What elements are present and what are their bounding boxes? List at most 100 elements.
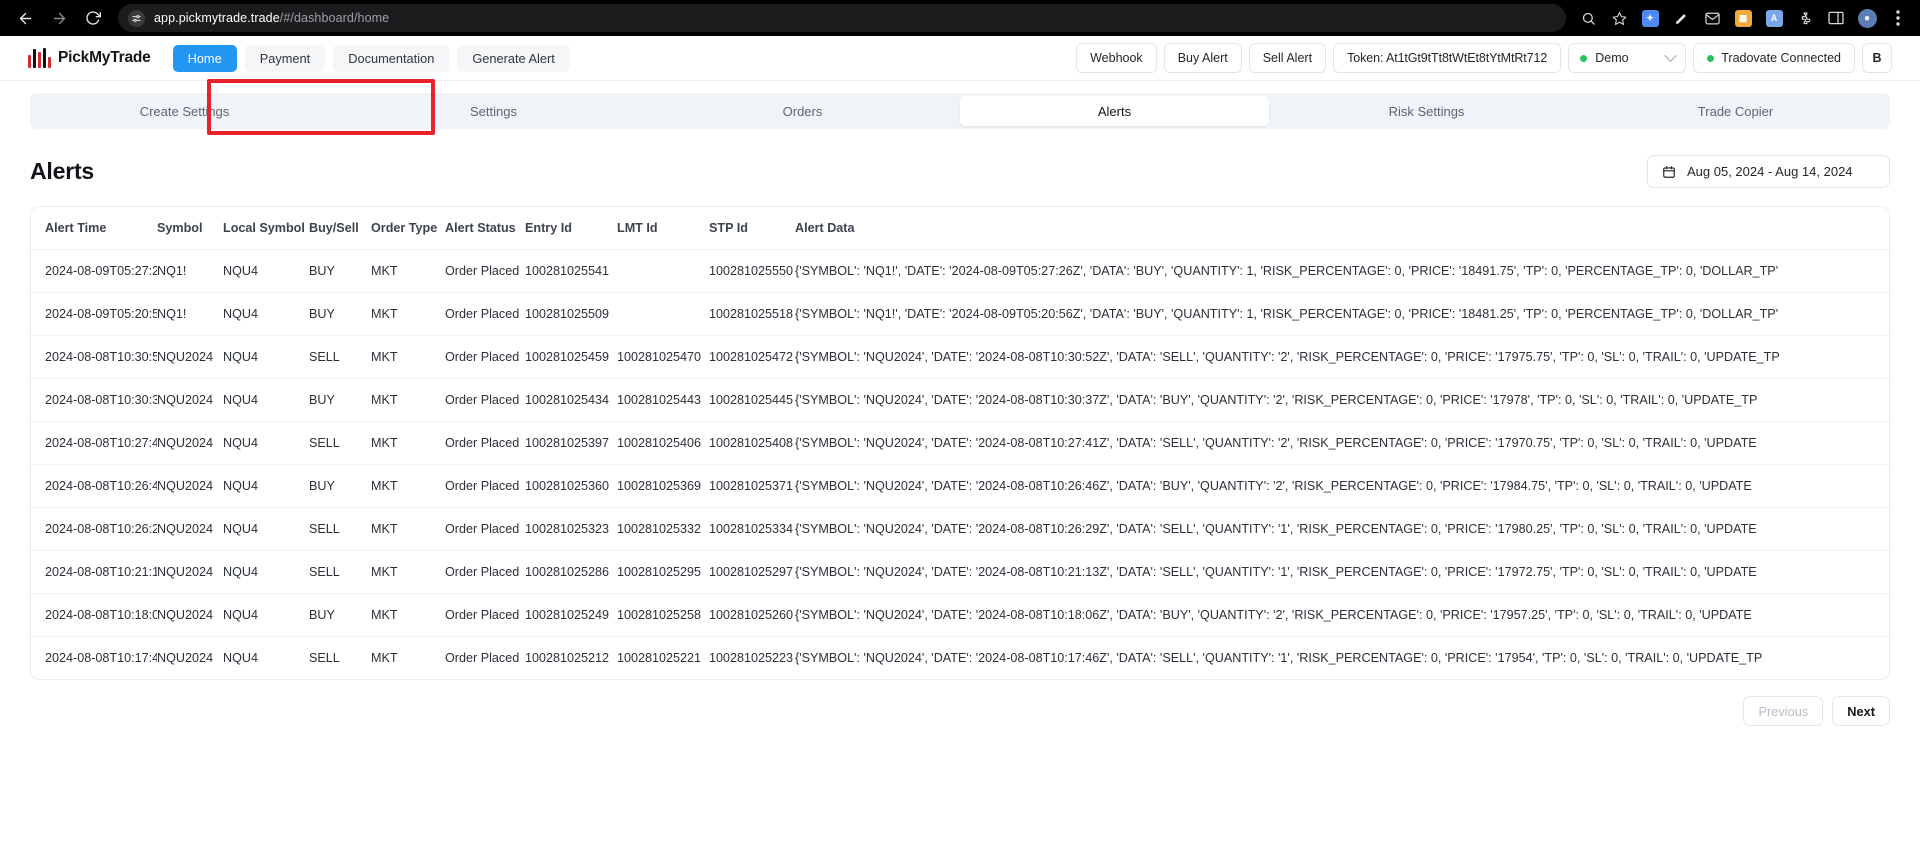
col-buy-sell[interactable]: Buy/Sell xyxy=(309,207,371,250)
table-row[interactable]: 2024-08-08T10:30:52ZNQU2024NQU4SELLMKTOr… xyxy=(31,335,1889,379)
site-settings-icon[interactable] xyxy=(128,9,145,27)
table-row[interactable]: 2024-08-08T10:18:06ZNQU2024NQU4BUYMKTOrd… xyxy=(31,593,1889,637)
puzzle-piece-icon[interactable] xyxy=(1793,6,1817,30)
cell-buy-sell: SELL xyxy=(309,651,340,665)
cell-buy-sell: SELL xyxy=(309,507,371,551)
cell-stp-id: 100281025408 xyxy=(709,421,795,465)
tab-orders[interactable]: Orders xyxy=(648,93,957,129)
col-local-symbol[interactable]: Local Symbol xyxy=(223,207,309,250)
cell-order-type: MKT xyxy=(371,378,445,422)
col-stp-id[interactable]: STP Id xyxy=(709,207,795,250)
cell-alert-data: {'SYMBOL': 'NQU2024', 'DATE': '2024-08-0… xyxy=(795,651,1763,665)
cell-stp-id: 100281025223 xyxy=(709,651,794,665)
cell-entry-id: 100281025286 xyxy=(525,550,617,594)
col-alert-status[interactable]: Alert Status xyxy=(445,207,525,250)
grid-extension-icon[interactable]: ▦ xyxy=(1731,6,1755,30)
reload-icon[interactable] xyxy=(78,3,108,33)
cell-buy-sell: BUY xyxy=(309,249,371,293)
cell-lmt-id: 100281025470 xyxy=(617,335,709,379)
address-bar[interactable]: app.pickmytrade.trade/#/dashboard/home xyxy=(118,4,1566,32)
forward-arrow-icon[interactable] xyxy=(44,3,74,33)
cell-alert-time: 2024-08-08T10:30:37Z xyxy=(31,378,157,422)
table-row[interactable]: 2024-08-08T10:21:13ZNQU2024NQU4SELLMKTOr… xyxy=(31,550,1889,594)
col-alert-data[interactable]: Alert Data xyxy=(795,207,1889,250)
cell-symbol: NQU2024 xyxy=(157,593,223,637)
cell-entry-id: 100281025212 xyxy=(525,651,610,665)
cell-local-symbol: NQU4 xyxy=(223,335,309,379)
alerts-table-card: Alert Time Symbol Local Symbol Buy/Sell … xyxy=(30,206,1890,680)
url-text: app.pickmytrade.trade/#/dashboard/home xyxy=(154,11,390,25)
tab-alerts[interactable]: Alerts xyxy=(960,96,1269,126)
cell-stp-id: 100281025260 xyxy=(709,593,795,637)
puzzle-extension-icon[interactable]: ✦ xyxy=(1638,6,1662,30)
buy-alert-button[interactable]: Buy Alert xyxy=(1163,43,1242,73)
cell-alert-data: {'SYMBOL': 'NQ1!', 'DATE': '2024-08-09T0… xyxy=(795,292,1889,336)
brand-logo[interactable]: PickMyTrade xyxy=(28,48,151,68)
cell-order-type: MKT xyxy=(371,464,445,508)
sell-alert-button[interactable]: Sell Alert xyxy=(1248,43,1327,73)
table-row[interactable]: 2024-08-08T10:26:46ZNQU2024NQU4BUYMKTOrd… xyxy=(31,464,1889,508)
account-mode-label: Demo xyxy=(1595,51,1629,65)
webhook-button[interactable]: Webhook xyxy=(1076,43,1157,73)
cell-local-symbol: NQU4 xyxy=(223,550,309,594)
table-row[interactable]: 2024-08-08T10:26:29ZNQU2024NQU4SELLMKTOr… xyxy=(31,507,1889,551)
subtabs: Create Settings Settings Orders Alerts R… xyxy=(30,79,1890,135)
col-order-type[interactable]: Order Type xyxy=(371,207,445,250)
cell-order-type: MKT xyxy=(371,249,445,293)
col-alert-time[interactable]: Alert Time xyxy=(31,207,157,250)
cell-stp-id: 100281025334 xyxy=(709,507,795,551)
nav-item-home[interactable]: Home xyxy=(172,44,237,72)
col-entry-id[interactable]: Entry Id xyxy=(525,207,617,250)
cell-alert-time: 2024-08-08T10:18:06Z xyxy=(31,593,157,637)
cell-entry-id: 100281025360 xyxy=(525,464,617,508)
alerts-page: Alerts Aug 05, 2024 - Aug 14, 2024 Alert… xyxy=(0,129,1920,726)
cell-stp-id: 100281025472 xyxy=(709,335,795,379)
search-icon[interactable] xyxy=(1576,6,1600,30)
cell-local-symbol: NQU4 xyxy=(223,292,309,336)
next-page-button[interactable]: Next xyxy=(1832,696,1890,726)
col-lmt-id[interactable]: LMT Id xyxy=(617,207,709,250)
split-screen-icon[interactable] xyxy=(1824,6,1848,30)
cell-symbol: NQU2024 xyxy=(157,651,214,665)
tab-trade-copier[interactable]: Trade Copier xyxy=(1581,93,1890,129)
cell-order-type: MKT xyxy=(371,335,445,379)
profile-avatar[interactable]: ● xyxy=(1855,6,1879,30)
letter-a-extension-icon[interactable]: A xyxy=(1762,6,1786,30)
cell-alert-time: 2024-08-08T10:26:29Z xyxy=(31,507,157,551)
user-avatar-button[interactable]: B xyxy=(1862,43,1892,73)
col-symbol[interactable]: Symbol xyxy=(157,207,223,250)
table-row[interactable]: 2024-08-09T05:27:26ZNQ1!NQU4BUYMKTOrder … xyxy=(31,249,1889,293)
table-header-row: Alert Time Symbol Local Symbol Buy/Sell … xyxy=(31,207,1889,250)
cell-stp-id: 100281025297 xyxy=(709,550,795,594)
table-row[interactable]: 2024-08-08T10:17:46ZNQU2024 NQU4 SELL MKT Or… xyxy=(31,637,1889,680)
cell-local-symbol: NQU4 xyxy=(223,464,309,508)
tab-settings[interactable]: Settings xyxy=(339,93,648,129)
nav-item-generate-alert[interactable]: Generate Alert xyxy=(457,44,570,72)
cell-lmt-id: 100281025406 xyxy=(617,421,709,465)
cell-entry-id: 100281025323 xyxy=(525,507,617,551)
table-row[interactable]: 2024-08-08T10:30:37ZNQU2024NQU4BUYMKTOrd… xyxy=(31,378,1889,422)
cell-local-symbol: NQU4 xyxy=(223,378,309,422)
back-arrow-icon[interactable] xyxy=(10,3,40,33)
mail-extension-icon[interactable] xyxy=(1700,6,1724,30)
previous-page-button[interactable]: Previous xyxy=(1743,696,1824,726)
star-icon[interactable] xyxy=(1607,6,1631,30)
cell-alert-status: Order Placed xyxy=(445,378,525,422)
nav-item-payment[interactable]: Payment xyxy=(244,44,326,72)
browser-toolbar: app.pickmytrade.trade/#/dashboard/home ✦… xyxy=(0,0,1920,36)
cell-alert-status: Order Placed xyxy=(445,651,520,665)
tab-risk-settings[interactable]: Risk Settings xyxy=(1272,93,1581,129)
cell-stp-id: 100281025518 xyxy=(709,292,795,336)
tab-create-settings[interactable]: Create Settings xyxy=(30,93,339,129)
calendar-icon xyxy=(1662,165,1676,179)
date-range-picker[interactable]: Aug 05, 2024 - Aug 14, 2024 xyxy=(1647,155,1890,188)
account-mode-select[interactable]: Demo xyxy=(1568,43,1687,73)
date-range-label: Aug 05, 2024 - Aug 14, 2024 xyxy=(1687,164,1853,179)
three-dot-menu-icon[interactable] xyxy=(1886,6,1910,30)
table-row[interactable]: 2024-08-08T10:27:41ZNQU2024NQU4SELLMKTOr… xyxy=(31,421,1889,465)
token-display[interactable]: Token: At1tGt9tTt8tWtEt8tYtMtRt712 xyxy=(1333,43,1562,73)
nav-item-documentation[interactable]: Documentation xyxy=(333,44,450,72)
pen-extension-icon[interactable] xyxy=(1669,6,1693,30)
table-row[interactable]: 2024-08-09T05:20:56ZNQ1!NQU4BUYMKTOrder … xyxy=(31,292,1889,336)
cell-entry-id: 100281025509 xyxy=(525,292,617,336)
